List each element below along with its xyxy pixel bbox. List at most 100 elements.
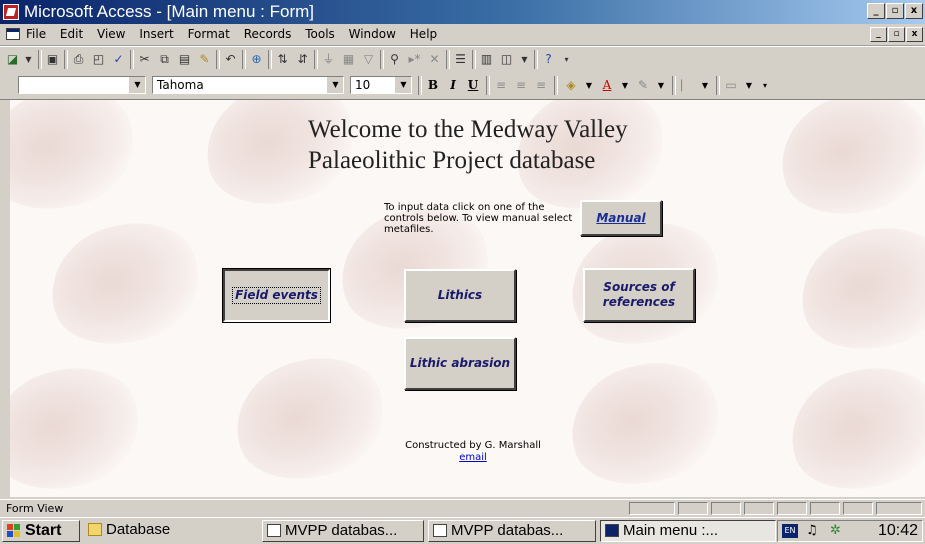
sources-of-references-button[interactable]: Sources of references	[583, 268, 695, 322]
form-icon[interactable]	[6, 28, 20, 40]
menu-help[interactable]: Help	[410, 27, 437, 41]
chevron-down-icon[interactable]: ▼	[395, 77, 411, 93]
font-name-select[interactable]: Tahoma ▼	[152, 76, 344, 94]
taskbar-item-main-menu[interactable]: Main menu :...	[600, 520, 776, 542]
fill-color-icon[interactable]: ◈	[562, 77, 580, 94]
font-size-value: 10	[355, 78, 371, 92]
welcome-title: Welcome to the Medway Valley Palaeolithi…	[308, 114, 628, 176]
print-preview-icon[interactable]: ◰	[90, 51, 107, 68]
print-icon[interactable]: ⎙	[70, 51, 87, 68]
lithics-button[interactable]: Lithics	[404, 269, 516, 322]
filter-by-form-icon[interactable]: ▦	[340, 51, 357, 68]
filter-by-selection-icon[interactable]: ⏚	[320, 51, 337, 68]
task-label: Database	[106, 521, 171, 538]
window-controls: _ ▫ x	[866, 3, 923, 19]
italic-button[interactable]: I	[444, 77, 462, 94]
align-left-icon[interactable]: ≡	[492, 77, 510, 94]
menu-format[interactable]: Format	[188, 27, 230, 41]
font-name-value: Tahoma	[157, 78, 204, 92]
network-icon[interactable]: ✲	[830, 523, 841, 538]
maximize-button[interactable]: ▫	[886, 3, 904, 19]
mdi-restore-button[interactable]: ▫	[888, 27, 905, 42]
lithic-abrasion-button[interactable]: Lithic abrasion	[404, 337, 516, 390]
view-icon[interactable]: ◪	[4, 51, 21, 68]
properties-icon[interactable]: ☰	[452, 51, 469, 68]
taskbar-item-mvpp-2[interactable]: MVPP databas...	[428, 520, 596, 542]
menu-file[interactable]: File	[26, 27, 46, 41]
toolbar-options-icon[interactable]: ▾	[558, 51, 575, 68]
status-panel	[876, 502, 922, 515]
clock[interactable]: 10:42	[878, 522, 918, 540]
chevron-down-icon[interactable]: ▼	[129, 77, 145, 93]
line-color-icon[interactable]: ✎	[634, 77, 652, 94]
view-dropdown-icon[interactable]: ▼	[20, 51, 37, 68]
menu-edit[interactable]: Edit	[60, 27, 83, 41]
menu-tools[interactable]: Tools	[305, 27, 335, 41]
font-size-select[interactable]: 10 ▼	[350, 76, 412, 94]
chevron-down-icon[interactable]: ▼	[616, 77, 634, 94]
object-selector[interactable]: ▼	[18, 76, 146, 94]
find-icon[interactable]: ⚲	[386, 51, 403, 68]
status-text: Form View	[6, 502, 64, 515]
menu-records[interactable]: Records	[244, 27, 292, 41]
handaxe-background-image	[10, 349, 155, 497]
spelling-icon[interactable]: ✓	[110, 51, 127, 68]
handaxe-background-image	[10, 100, 150, 229]
new-object-icon[interactable]: ◫	[498, 51, 515, 68]
database-window-icon[interactable]: ▥	[478, 51, 495, 68]
chevron-down-icon[interactable]: ▼	[327, 77, 343, 93]
line-width-icon[interactable]: ⎸	[678, 77, 696, 94]
close-button[interactable]: x	[905, 3, 923, 19]
taskbar-item-database[interactable]: Database	[84, 520, 254, 542]
sort-ascending-icon[interactable]: ⇅	[274, 51, 291, 68]
format-painter-icon[interactable]: ✎	[196, 51, 213, 68]
chevron-down-icon[interactable]: ▼	[652, 77, 670, 94]
cut-icon[interactable]: ✂	[136, 51, 153, 68]
manual-button[interactable]: Manual	[580, 200, 662, 236]
start-button[interactable]: Start	[2, 520, 80, 542]
toolbar-separator	[380, 50, 384, 69]
status-panel	[678, 502, 708, 515]
help-icon[interactable]: ?	[540, 51, 557, 68]
access-app-icon[interactable]	[3, 4, 19, 20]
hyperlink-icon[interactable]: ⊕	[248, 51, 265, 68]
minimize-button[interactable]: _	[867, 3, 885, 19]
mdi-minimize-button[interactable]: _	[870, 27, 887, 42]
field-events-button[interactable]: Field events	[222, 268, 331, 323]
mdi-controls: _ ▫ x	[869, 27, 923, 42]
underline-button[interactable]: U	[464, 77, 482, 94]
new-object-dropdown-icon[interactable]: ▼	[516, 51, 533, 68]
copy-icon[interactable]: ⧉	[156, 51, 173, 68]
window-icon	[433, 524, 447, 537]
delete-record-icon[interactable]: ✕	[426, 51, 443, 68]
credits: Constructed by G. Marshall email	[393, 440, 553, 464]
save-icon[interactable]: ▣	[44, 51, 61, 68]
apply-filter-icon[interactable]: ▽	[360, 51, 377, 68]
mdi-close-button[interactable]: x	[906, 27, 923, 42]
bold-button[interactable]: B	[424, 77, 442, 94]
taskbar-item-mvpp-1[interactable]: MVPP databas...	[262, 520, 424, 542]
constructed-by-text: Constructed by G. Marshall	[405, 440, 541, 451]
chevron-down-icon[interactable]: ▼	[580, 77, 598, 94]
toolbar-options-icon[interactable]: ▾	[756, 77, 774, 94]
menu-view[interactable]: View	[97, 27, 125, 41]
menu-window[interactable]: Window	[349, 27, 396, 41]
align-right-icon[interactable]: ≡	[532, 77, 550, 94]
language-indicator[interactable]: EN	[782, 524, 798, 538]
font-color-icon[interactable]: A	[598, 77, 616, 94]
special-effect-icon[interactable]: ▭	[722, 77, 740, 94]
volume-icon[interactable]: ♫	[806, 523, 818, 538]
window-title: Microsoft Access - [Main menu : Form]	[24, 2, 315, 21]
title-bar[interactable]: Microsoft Access - [Main menu : Form] _ ▫…	[0, 0, 925, 24]
toolbar-separator	[418, 76, 422, 95]
undo-icon[interactable]: ↶	[222, 51, 239, 68]
sort-descending-icon[interactable]: ⇵	[294, 51, 311, 68]
handaxe-background-image	[785, 209, 925, 369]
chevron-down-icon[interactable]: ▼	[696, 77, 714, 94]
align-center-icon[interactable]: ≡	[512, 77, 530, 94]
email-link[interactable]: email	[393, 452, 553, 464]
paste-icon[interactable]: ▤	[176, 51, 193, 68]
status-panel	[629, 502, 675, 515]
new-record-icon[interactable]: ▸*	[406, 51, 423, 68]
menu-insert[interactable]: Insert	[139, 27, 173, 41]
